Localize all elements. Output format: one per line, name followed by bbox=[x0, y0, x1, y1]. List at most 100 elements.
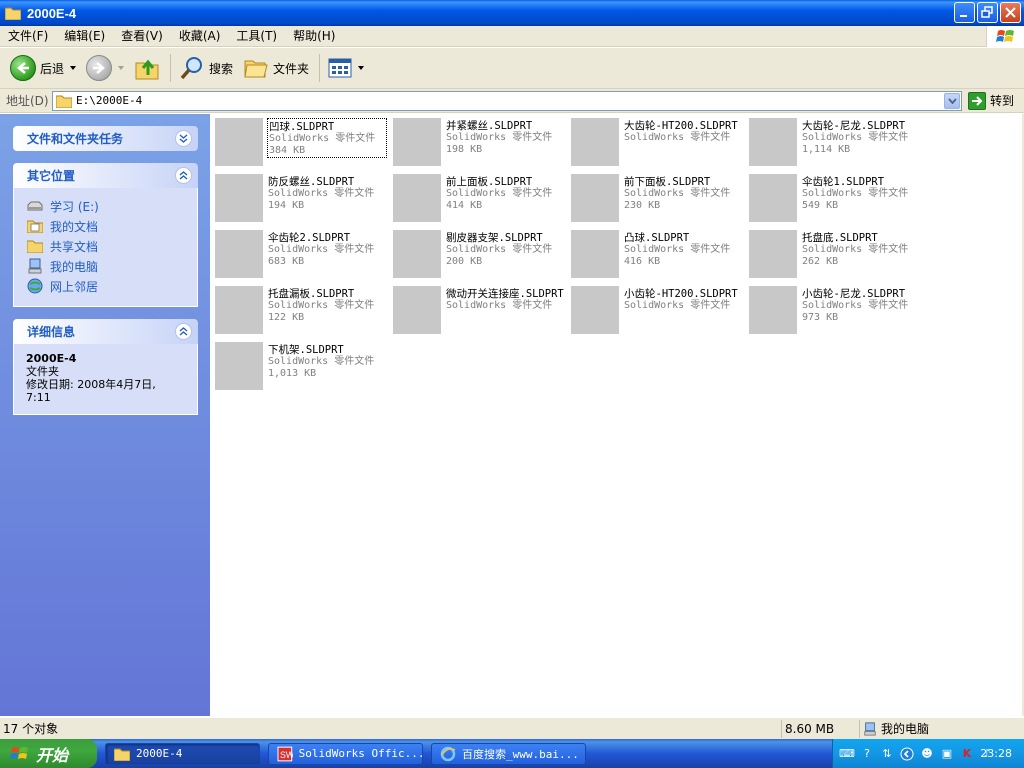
file-item[interactable]: 大齿轮-尼龙.SLDPRT SolidWorks 零件文件 1,114 KB bbox=[749, 118, 927, 174]
file-type: SolidWorks 零件文件 bbox=[624, 132, 731, 143]
file-name: 防反螺丝.SLDPRT bbox=[268, 176, 355, 188]
menu-file[interactable]: 文件(F) bbox=[0, 26, 56, 47]
status-count: 17 个对象 bbox=[0, 719, 782, 738]
file-item[interactable]: 大齿轮-HT200.SLDPRT SolidWorks 零件文件 bbox=[571, 118, 749, 174]
keyboard-icon[interactable]: ⌨ bbox=[839, 746, 855, 762]
help-icon[interactable]: ? bbox=[859, 746, 875, 762]
back-button[interactable]: 后退 bbox=[6, 51, 80, 85]
collapse-icon[interactable] bbox=[175, 323, 192, 340]
file-item[interactable]: 前上面板.SLDPRT SolidWorks 零件文件 414 KB bbox=[393, 174, 571, 230]
go-button[interactable]: 转到 bbox=[968, 91, 1015, 110]
folders-icon bbox=[244, 60, 268, 78]
file-item[interactable]: 伞齿轮2.SLDPRT SolidWorks 零件文件 683 KB bbox=[215, 230, 393, 286]
file-type: SolidWorks 零件文件 bbox=[624, 300, 731, 311]
file-info: 大齿轮-HT200.SLDPRT SolidWorks 零件文件 bbox=[623, 118, 743, 144]
close-icon bbox=[1005, 7, 1016, 18]
forward-button[interactable] bbox=[82, 51, 128, 85]
file-size: 262 KB bbox=[802, 256, 839, 267]
address-input[interactable]: E:\2000E-4 bbox=[52, 90, 962, 111]
back-dropdown-icon[interactable] bbox=[70, 66, 77, 70]
up-folder-button[interactable] bbox=[130, 51, 164, 85]
file-info: 托盘底.SLDPRT SolidWorks 零件文件 262 KB bbox=[801, 230, 921, 268]
place-network[interactable]: 网上邻居 bbox=[26, 276, 187, 296]
file-size: 200 KB bbox=[446, 256, 483, 267]
menu-favorites[interactable]: 收藏(A) bbox=[171, 26, 229, 47]
file-item[interactable]: 凹球.SLDPRT SolidWorks 零件文件 384 KB bbox=[215, 118, 393, 174]
menu-bar: 文件(F) 编辑(E) 查看(V) 收藏(A) 工具(T) 帮助(H) bbox=[0, 26, 1024, 47]
file-item[interactable]: 小齿轮-尼龙.SLDPRT SolidWorks 零件文件 973 KB bbox=[749, 286, 927, 342]
file-name: 大齿轮-尼龙.SLDPRT bbox=[802, 120, 906, 132]
file-info: 凹球.SLDPRT SolidWorks 零件文件 384 KB bbox=[267, 118, 387, 158]
file-type: SolidWorks 零件文件 bbox=[624, 188, 731, 199]
taskbar-item-explorer[interactable]: 2000E-4 bbox=[105, 742, 260, 765]
minimize-button[interactable] bbox=[954, 2, 975, 23]
file-name: 小齿轮-尼龙.SLDPRT bbox=[802, 288, 906, 300]
file-item[interactable]: 托盘底.SLDPRT SolidWorks 零件文件 262 KB bbox=[749, 230, 927, 286]
address-label: 地址(D) bbox=[6, 94, 49, 108]
menu-help[interactable]: 帮助(H) bbox=[285, 26, 343, 47]
antivirus-icon[interactable]: K bbox=[959, 746, 975, 762]
file-thumbnail bbox=[215, 230, 263, 278]
taskbar-item-solidworks[interactable]: SW SolidWorks Offic... bbox=[268, 742, 423, 765]
ime-icon[interactable]: ⇅ bbox=[879, 746, 895, 762]
qq-icon[interactable]: ☻ bbox=[919, 746, 935, 762]
file-item[interactable]: 托盘漏板.SLDPRT SolidWorks 零件文件 122 KB bbox=[215, 286, 393, 342]
expand-icon[interactable] bbox=[175, 130, 192, 147]
other-places-header[interactable]: 其它位置 bbox=[13, 163, 198, 188]
file-type: SolidWorks 零件文件 bbox=[802, 244, 909, 255]
file-item[interactable]: 前下面板.SLDPRT SolidWorks 零件文件 230 KB bbox=[571, 174, 749, 230]
folders-button[interactable]: 文件夹 bbox=[239, 51, 313, 85]
window-title: 2000E-4 bbox=[27, 5, 77, 21]
file-item[interactable]: 小齿轮-HT200.SLDPRT SolidWorks 零件文件 bbox=[571, 286, 749, 342]
title-bar[interactable]: 2000E-4 bbox=[0, 0, 1024, 26]
address-value: E:\2000E-4 bbox=[76, 94, 143, 107]
details-header[interactable]: 详细信息 bbox=[13, 319, 198, 344]
file-thumbnail bbox=[571, 286, 619, 334]
menu-edit[interactable]: 编辑(E) bbox=[56, 26, 113, 47]
views-button[interactable] bbox=[324, 51, 368, 85]
details-title: 详细信息 bbox=[27, 325, 76, 339]
expand-tray-icon[interactable] bbox=[899, 746, 915, 762]
file-info: 前上面板.SLDPRT SolidWorks 零件文件 414 KB bbox=[445, 174, 565, 212]
file-item[interactable]: 伞齿轮1.SLDPRT SolidWorks 零件文件 549 KB bbox=[749, 174, 927, 230]
details-body: 2000E-4 文件夹 修改日期: 2008年4月7日, 7:11 bbox=[13, 344, 198, 415]
file-list-view[interactable]: 凹球.SLDPRT SolidWorks 零件文件 384 KB 并紧螺丝.SLDPR… bbox=[210, 114, 1022, 716]
place-my-computer[interactable]: 我的电脑 bbox=[26, 256, 187, 276]
file-item[interactable]: 防反螺丝.SLDPRT SolidWorks 零件文件 194 KB bbox=[215, 174, 393, 230]
toolbar: 后退 搜索 文件夹 bbox=[0, 48, 1024, 89]
close-button[interactable] bbox=[1000, 2, 1021, 23]
search-button[interactable]: 搜索 bbox=[175, 51, 237, 85]
file-tasks-header[interactable]: 文件和文件夹任务 bbox=[13, 126, 198, 151]
file-thumbnail bbox=[215, 342, 263, 390]
collapse-icon[interactable] bbox=[175, 167, 192, 184]
place-drive-e[interactable]: 学习 (E:) bbox=[26, 196, 187, 216]
views-dropdown-icon[interactable] bbox=[358, 66, 365, 70]
go-label: 转到 bbox=[990, 94, 1015, 108]
file-size: 416 KB bbox=[624, 256, 661, 267]
place-label: 我的文档 bbox=[50, 219, 99, 234]
forward-dropdown-icon[interactable] bbox=[118, 66, 125, 70]
address-dropdown-button[interactable] bbox=[944, 92, 960, 109]
place-label: 网上邻居 bbox=[50, 279, 99, 294]
file-size: 198 KB bbox=[446, 144, 483, 155]
file-thumbnail bbox=[393, 286, 441, 334]
taskbar-item-browser[interactable]: 百度搜索_www.bai... bbox=[431, 742, 586, 765]
file-size: 384 KB bbox=[269, 145, 306, 156]
file-item[interactable]: 并紧螺丝.SLDPRT SolidWorks 零件文件 198 KB bbox=[393, 118, 571, 174]
file-info: 防反螺丝.SLDPRT SolidWorks 零件文件 194 KB bbox=[267, 174, 387, 212]
place-my-documents[interactable]: 我的文档 bbox=[26, 216, 187, 236]
internet-explorer-icon bbox=[440, 746, 456, 761]
file-size: 683 KB bbox=[268, 256, 305, 267]
file-item[interactable]: 微动开关连接座.SLDPRT SolidWorks 零件文件 bbox=[393, 286, 571, 342]
place-shared-documents[interactable]: 共享文档 bbox=[26, 236, 187, 256]
restore-button[interactable] bbox=[977, 2, 998, 23]
file-item[interactable]: 凸球.SLDPRT SolidWorks 零件文件 416 KB bbox=[571, 230, 749, 286]
start-button[interactable]: 开始 bbox=[0, 739, 97, 768]
menu-tools[interactable]: 工具(T) bbox=[228, 26, 285, 47]
status-size: 8.60 MB bbox=[782, 719, 860, 738]
network-icon[interactable]: ▣ bbox=[939, 746, 955, 762]
file-item[interactable]: 剔皮器支架.SLDPRT SolidWorks 零件文件 200 KB bbox=[393, 230, 571, 286]
menu-view[interactable]: 查看(V) bbox=[113, 26, 171, 47]
file-item[interactable]: 下机架.SLDPRT SolidWorks 零件文件 1,013 KB bbox=[215, 342, 393, 398]
place-label: 学习 (E:) bbox=[50, 199, 99, 214]
